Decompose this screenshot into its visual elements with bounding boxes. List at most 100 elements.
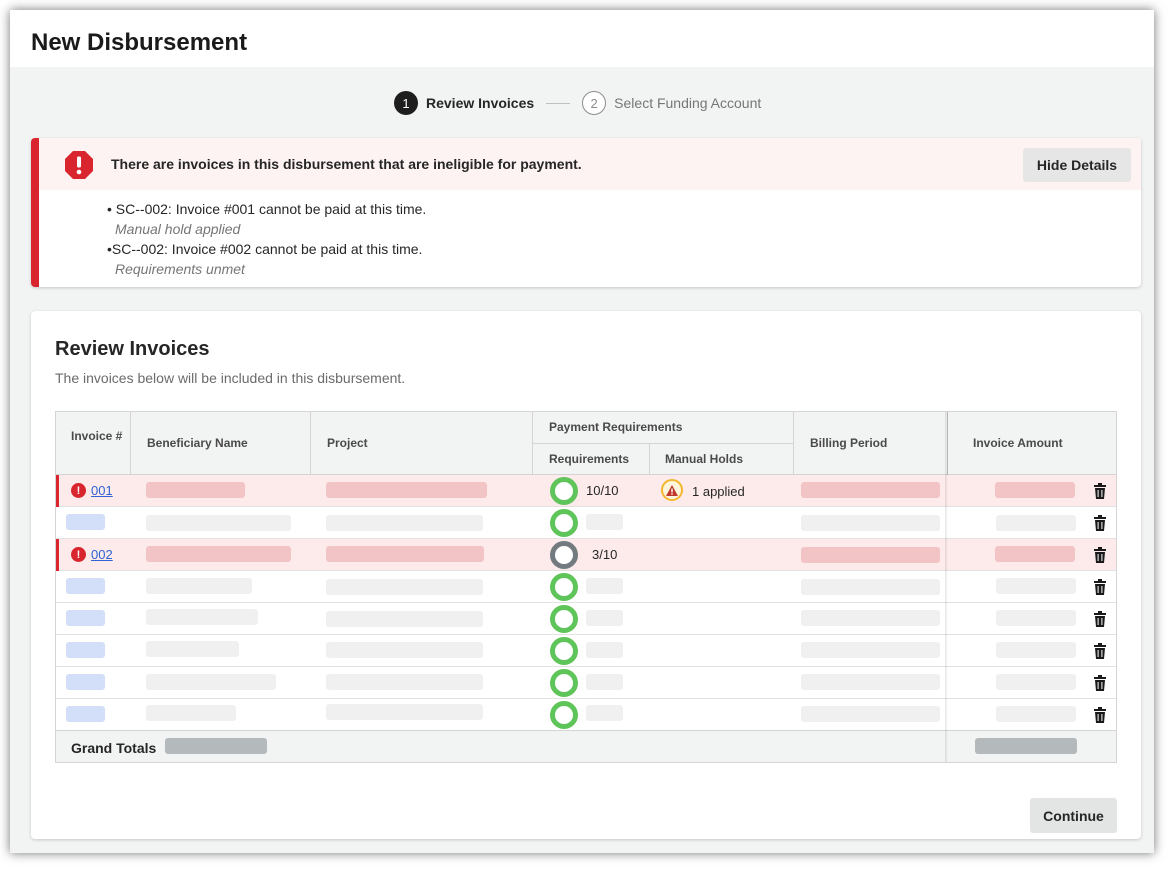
invoice-placeholder [66, 674, 105, 690]
billing-period-placeholder [801, 642, 940, 658]
hide-details-button[interactable]: Hide Details [1023, 148, 1131, 182]
warning-triangle-icon [661, 479, 683, 501]
requirements-complete-ring [550, 701, 578, 729]
billing-period-placeholder [801, 515, 940, 531]
header-invoice-amount: Invoice Amount [973, 436, 1063, 450]
billing-period-placeholder [801, 610, 940, 626]
trash-icon[interactable] [1093, 675, 1107, 691]
alert-header: There are invoices in this disbursement … [39, 138, 1141, 190]
trash-icon[interactable] [1093, 515, 1107, 531]
table-row [56, 603, 1116, 635]
billing-period-placeholder [801, 706, 940, 722]
continue-button[interactable]: Continue [1030, 798, 1117, 833]
beneficiary-placeholder [146, 546, 291, 562]
group-header-divider [532, 443, 793, 444]
invoice-amount-placeholder [996, 578, 1076, 594]
column-divider [310, 412, 311, 475]
alert-item-title: •SC--002: Invoice #002 cannot be paid at… [107, 241, 423, 257]
step-1-number: 1 [394, 91, 418, 115]
header-manual-holds: Manual Holds [665, 452, 744, 466]
project-placeholder [326, 579, 483, 595]
header-invoice: Invoice # [71, 429, 123, 443]
exclamation-circle-icon: ! [71, 547, 86, 562]
column-divider [130, 412, 131, 475]
invoice-link[interactable]: 001 [91, 483, 113, 498]
table-row [56, 699, 1116, 731]
invoice-placeholder [66, 610, 105, 626]
step-1-label: Review Invoices [426, 95, 535, 111]
stepper: 1 Review Invoices 2 Select Funding Accou… [394, 91, 761, 115]
table-row [56, 571, 1116, 603]
project-placeholder [326, 611, 483, 627]
section-description: The invoices below will be included in t… [55, 370, 406, 386]
header-payment-requirements: Payment Requirements [549, 420, 683, 434]
review-invoices-card: Review Invoices The invoices below will … [31, 311, 1141, 839]
billing-period-placeholder [801, 674, 940, 690]
project-placeholder [326, 546, 484, 562]
header-beneficiary: Beneficiary Name [147, 436, 248, 450]
beneficiary-placeholder [146, 674, 276, 690]
grand-total-amount-placeholder [975, 738, 1077, 754]
invoice-amount-placeholder [995, 482, 1075, 498]
octagon-exclamation-icon [65, 151, 93, 179]
billing-period-placeholder [801, 482, 940, 498]
invoice-placeholder [66, 642, 105, 658]
invoice-amount-placeholder [995, 546, 1075, 562]
disbursement-window: New Disbursement 1 Review Invoices 2 Sel… [10, 10, 1154, 853]
alert-item-reason: Requirements unmet [115, 261, 245, 277]
requirements-complete-ring [550, 605, 578, 633]
header-billing-period: Billing Period [810, 436, 888, 450]
header-requirements: Requirements [549, 452, 630, 466]
header-project: Project [327, 436, 368, 450]
sticky-column-shadow [945, 412, 948, 762]
alert-item-title: • SC--002: Invoice #001 cannot be paid a… [107, 201, 427, 217]
ineligible-alert: There are invoices in this disbursement … [31, 138, 1141, 287]
column-divider [649, 443, 650, 475]
step-2-label: Select Funding Account [614, 95, 762, 111]
beneficiary-placeholder [146, 578, 252, 594]
billing-period-placeholder [801, 547, 940, 563]
table-header: Invoice # Beneficiary Name Project Payme… [56, 412, 1116, 475]
requirements-complete-ring [550, 573, 578, 601]
invoice-link[interactable]: 002 [91, 547, 113, 562]
requirements-incomplete-ring [550, 541, 578, 569]
step-2-number: 2 [582, 91, 607, 115]
project-placeholder [326, 482, 487, 498]
requirements-placeholder [586, 705, 623, 721]
requirements-complete-ring [550, 637, 578, 665]
column-divider [793, 412, 794, 475]
requirements-placeholder [586, 514, 623, 530]
invoice-amount-placeholder [996, 642, 1076, 658]
grand-totals-label: Grand Totals [71, 740, 157, 756]
invoice-placeholder [66, 706, 105, 722]
trash-icon[interactable] [1093, 611, 1107, 627]
beneficiary-placeholder [146, 482, 245, 498]
table-row [56, 667, 1116, 699]
requirements-complete-ring [550, 669, 578, 697]
table-row: ! 001 10/10 1 applied [56, 475, 1116, 507]
alert-item-reason: Manual hold applied [115, 221, 241, 237]
section-title: Review Invoices [55, 338, 210, 360]
grand-totals-row: Grand Totals [56, 730, 1116, 762]
invoice-amount-placeholder [996, 515, 1076, 531]
trash-icon[interactable] [1093, 483, 1107, 499]
table-row [56, 635, 1116, 667]
requirements-complete-ring [550, 509, 578, 537]
requirements-placeholder [586, 674, 623, 690]
exclamation-circle-icon: ! [71, 483, 86, 498]
invoice-amount-placeholder [996, 706, 1076, 722]
requirements-count: 10/10 [586, 483, 619, 498]
trash-icon[interactable] [1093, 579, 1107, 595]
requirements-complete-ring [550, 477, 578, 505]
grand-total-placeholder [165, 738, 267, 754]
invoice-placeholder [66, 514, 105, 530]
invoice-cell: ! 002 [71, 539, 113, 570]
billing-period-placeholder [801, 579, 940, 595]
table-row [56, 507, 1116, 539]
trash-icon[interactable] [1093, 707, 1107, 723]
trash-icon[interactable] [1093, 643, 1107, 659]
trash-icon[interactable] [1093, 547, 1107, 563]
beneficiary-placeholder [146, 515, 291, 531]
alert-message: There are invoices in this disbursement … [111, 156, 582, 172]
table-row: ! 002 3/10 [56, 539, 1116, 571]
